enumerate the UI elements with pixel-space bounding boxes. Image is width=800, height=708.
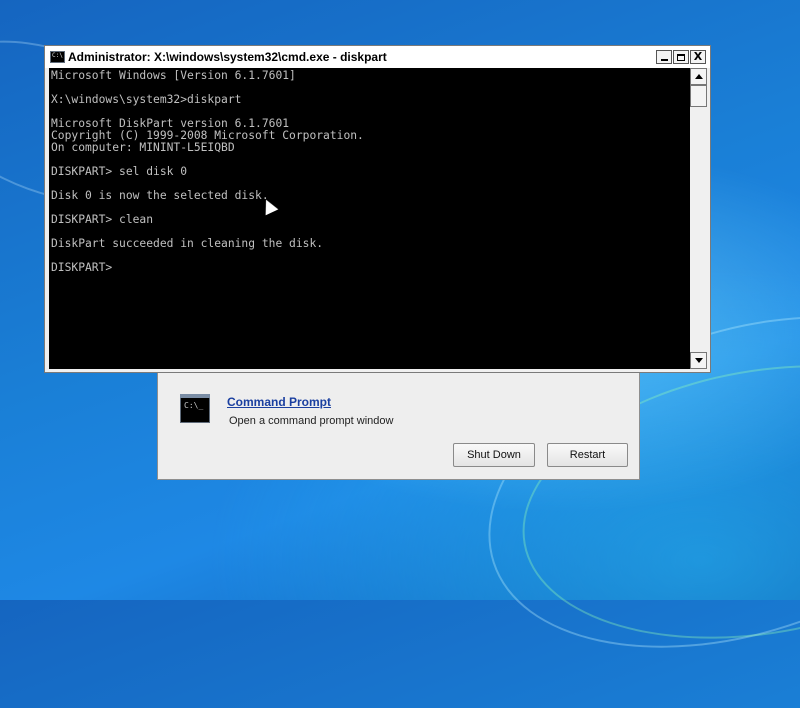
close-button[interactable]: X (690, 50, 706, 64)
restart-button[interactable]: Restart (547, 443, 628, 467)
command-prompt-description: Open a command prompt window (229, 415, 394, 427)
cmd-icon[interactable]: C:\ (50, 51, 65, 63)
maximize-icon (677, 53, 685, 61)
minimize-icon (660, 59, 668, 61)
arrow-down-icon (694, 358, 703, 363)
title-bar[interactable]: C:\ Administrator: X:\windows\system32\c… (45, 46, 710, 68)
minimize-button[interactable] (656, 50, 672, 64)
console-output[interactable]: Microsoft Windows [Version 6.1.7601] X:\… (49, 68, 690, 369)
window-title: Administrator: X:\windows\system32\cmd.e… (68, 50, 387, 64)
scroll-thumb[interactable] (690, 85, 707, 107)
vertical-scrollbar[interactable] (690, 68, 707, 369)
window-controls: X (656, 50, 706, 64)
command-prompt-link[interactable]: Command Prompt (227, 395, 331, 409)
arrow-up-icon (694, 74, 703, 79)
maximize-button[interactable] (673, 50, 689, 64)
scroll-up-button[interactable] (690, 68, 707, 85)
scroll-down-button[interactable] (690, 352, 707, 369)
command-prompt-icon[interactable]: C:\_ (180, 394, 210, 423)
shut-down-button[interactable]: Shut Down (453, 443, 535, 467)
console-text: Microsoft Windows [Version 6.1.7601] X:\… (51, 69, 364, 274)
system-recovery-dialog: C:\_ Command Prompt Open a command promp… (157, 372, 640, 480)
cmd-window[interactable]: C:\ Administrator: X:\windows\system32\c… (44, 45, 711, 373)
close-icon: X (693, 50, 703, 63)
